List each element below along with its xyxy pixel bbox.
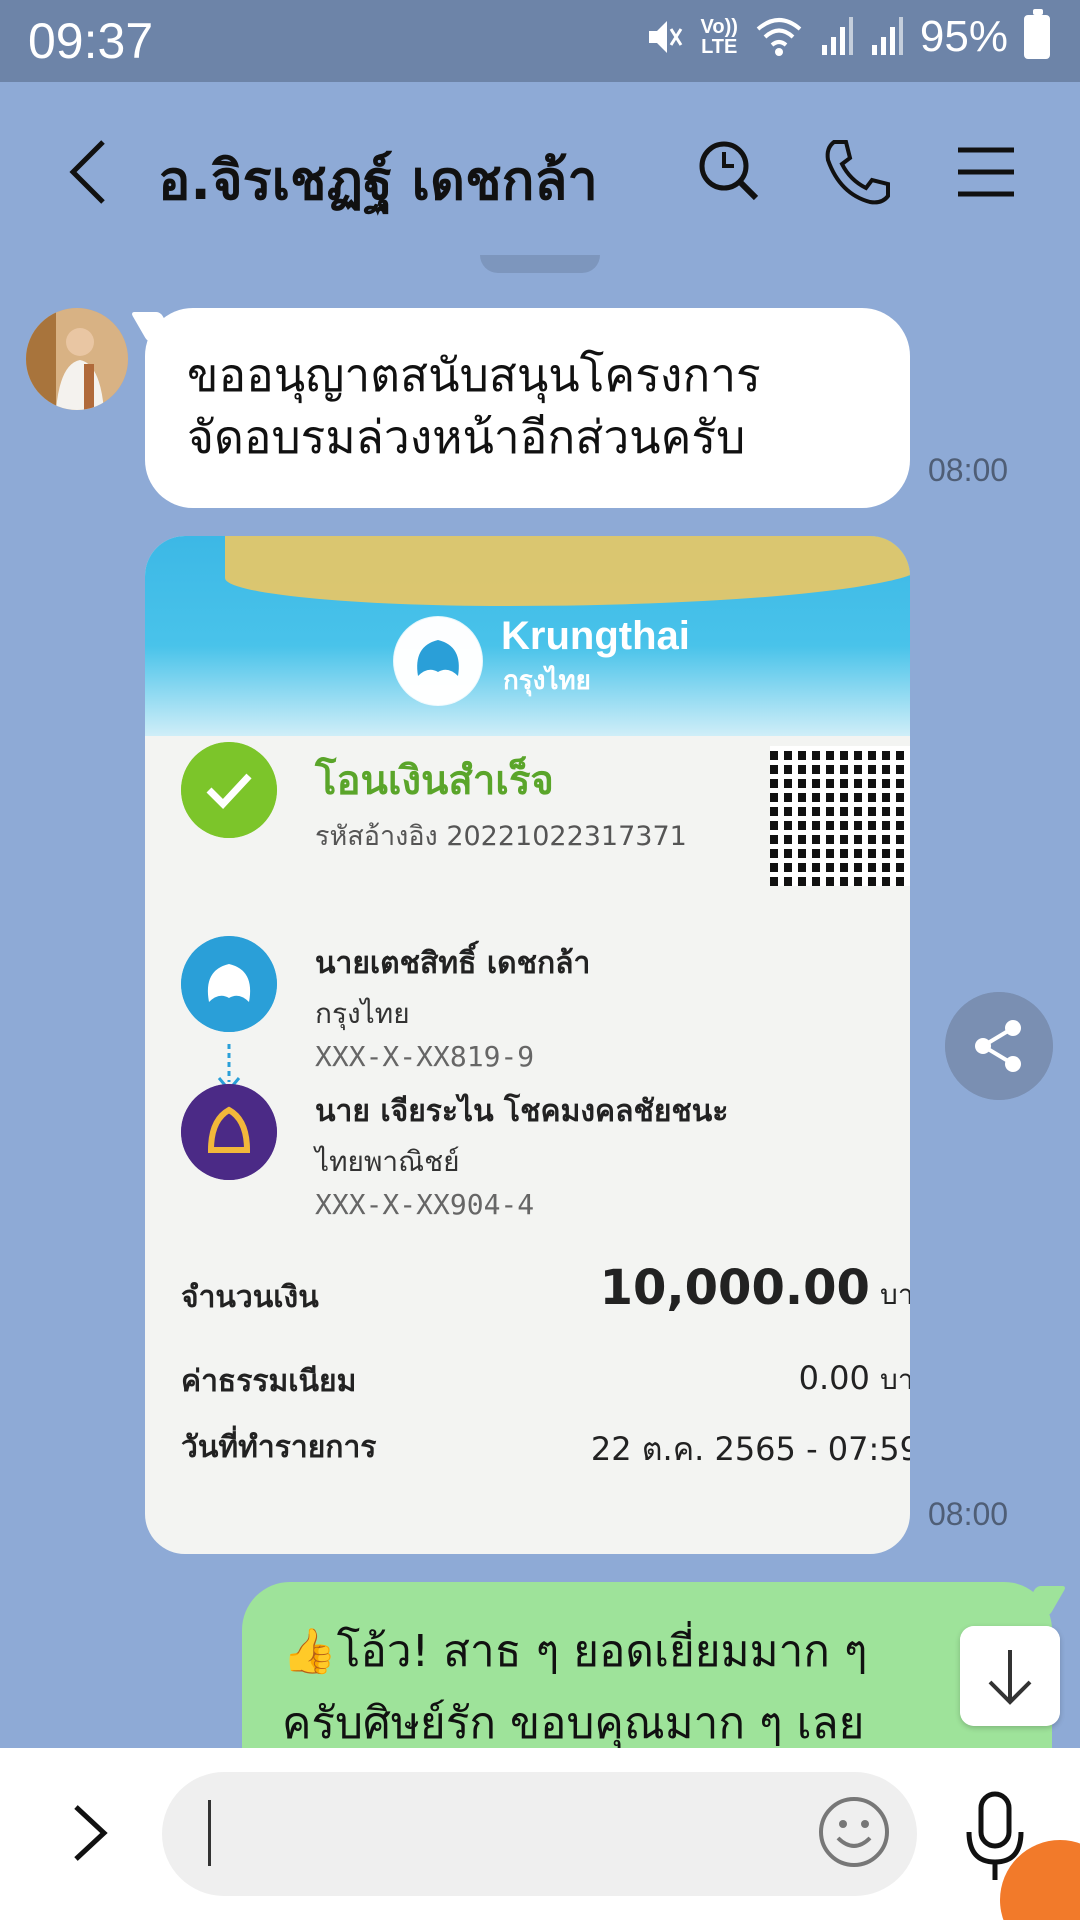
message-input-bar xyxy=(0,1748,1080,1920)
receiver-bank-icon xyxy=(181,1084,277,1180)
bank-name: Krungthai xyxy=(501,614,690,658)
battery-percent: 95% xyxy=(919,12,1008,61)
transfer-slip-image[interactable]: Krungthai กรุงไทย โอนเงินสำเร็จ รหัสอ้าง… xyxy=(145,536,910,1554)
receiver-bank: ไทยพาณิชย์ xyxy=(315,1145,460,1178)
menu-button[interactable] xyxy=(946,132,1026,212)
sender-bank: กรุงไทย xyxy=(315,997,410,1030)
date-label: วันที่ทำรายการ xyxy=(181,1430,377,1465)
volte-top-label: Vo)) xyxy=(700,16,738,38)
chat-header: อ.จิรเชฏฐ์ เดชกล้า xyxy=(0,82,1080,262)
incoming-message-bubble[interactable]: ขออนุญาตสนับสนุนโครงการ จัดอบรมล่วงหน้าอ… xyxy=(145,308,910,508)
expand-icon[interactable] xyxy=(62,1793,122,1873)
amount-value: 10,000.00 xyxy=(599,1260,870,1316)
mute-icon xyxy=(648,21,682,53)
sender-bank-icon xyxy=(181,936,277,1032)
receiver-account: XXX-X-XX904-4 xyxy=(315,1188,535,1221)
signal-icon xyxy=(821,17,853,55)
receiver-name: นาย เจียระไน โชคมงคลชัยชนะ xyxy=(315,1094,729,1129)
fee-unit: บาท xyxy=(880,1363,910,1396)
success-check-icon xyxy=(181,742,277,838)
sender-account: XXX-X-XX819-9 xyxy=(315,1040,535,1073)
status-icons: Vo)) LTE 95% xyxy=(645,9,1050,62)
message-time: 08:00 xyxy=(928,1496,1009,1532)
krungthai-logo-icon xyxy=(393,616,483,706)
message-time: 08:00 xyxy=(928,452,1009,488)
reference-number: รหัสอ้างอิง 20221022317371 xyxy=(315,821,687,852)
load-more-handle[interactable] xyxy=(480,255,600,273)
transfer-status: โอนเงินสำเร็จ xyxy=(315,758,554,804)
search-button[interactable] xyxy=(690,132,770,212)
signal-icon xyxy=(871,17,903,55)
call-button[interactable] xyxy=(818,132,898,212)
banner-decoration xyxy=(225,536,910,606)
amount-label: จำนวนเงิน xyxy=(181,1280,319,1315)
text-caret xyxy=(208,1800,211,1866)
volte-bottom-label: LTE xyxy=(701,36,738,58)
scroll-to-bottom-button[interactable] xyxy=(960,1626,1060,1726)
bank-name-thai: กรุงไทย xyxy=(503,666,591,696)
wifi-icon xyxy=(756,18,802,56)
volte-icon: Vo)) LTE xyxy=(701,17,738,57)
message-text: ขออนุญาตสนับสนุนโครงการ จัดอบรมล่วงหน้าอ… xyxy=(187,348,761,464)
battery-icon xyxy=(1024,9,1050,59)
status-bar: 09:37 Vo)) LTE 95% xyxy=(0,0,1080,82)
avatar-image xyxy=(26,308,128,410)
emoji-button[interactable] xyxy=(816,1794,892,1870)
share-button[interactable] xyxy=(945,992,1053,1100)
message-input[interactable] xyxy=(162,1772,917,1896)
chat-title: อ.จิรเชฏฐ์ เดชกล้า xyxy=(158,149,598,212)
qr-code-icon xyxy=(770,746,910,886)
fee-row: 0.00 บาท xyxy=(799,1358,910,1402)
back-button[interactable] xyxy=(55,132,125,212)
amount-row: 10,000.00 บาท xyxy=(600,1260,910,1317)
fee-value: 0.00 xyxy=(798,1359,870,1397)
status-time: 09:37 xyxy=(28,13,154,69)
sender-name: นายเตชสิทธิ์ เดชกล้า xyxy=(315,946,591,981)
amount-unit: บาท xyxy=(880,1278,910,1311)
contact-avatar[interactable] xyxy=(26,308,128,410)
fee-label: ค่าธรรมเนียม xyxy=(181,1364,357,1399)
slip-banner: Krungthai กรุงไทย xyxy=(145,536,910,736)
transaction-date: 22 ต.ค. 2565 - 07:59 xyxy=(590,1430,910,1468)
